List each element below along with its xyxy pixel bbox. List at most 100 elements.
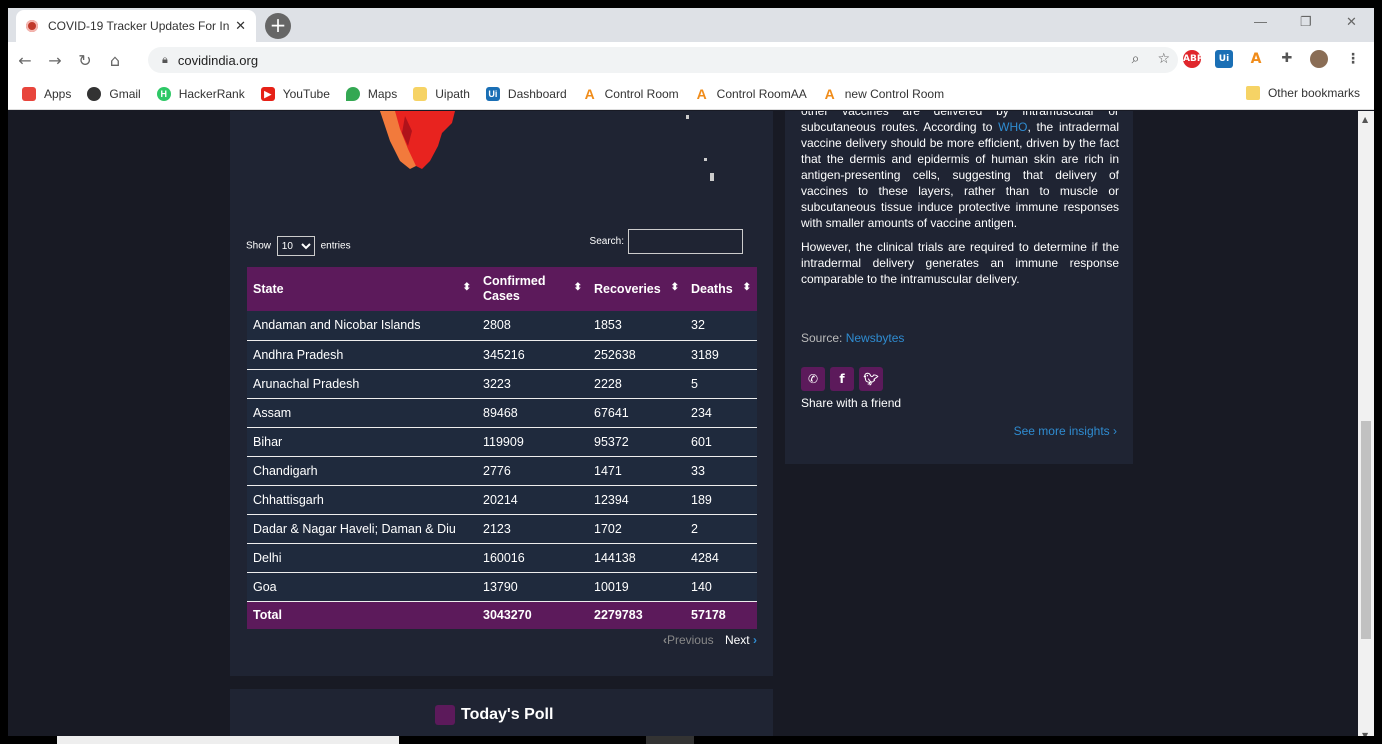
scroll-up-icon[interactable]: ▲ (1362, 115, 1368, 124)
confirmed-cell: 160016 (477, 543, 588, 573)
bookmark-star-icon[interactable]: ☆ (1157, 51, 1170, 67)
bookmark-label: new Control Room (844, 86, 945, 101)
bookmark-hackerrank[interactable]: H HackerRank (156, 86, 245, 101)
scroll-thumb[interactable] (1361, 421, 1371, 639)
restore-icon[interactable]: ❐ (1300, 14, 1312, 30)
taskbar-item[interactable] (646, 736, 694, 744)
poll-icon (435, 705, 455, 725)
youtube-icon: ▶ (260, 86, 275, 101)
deaths-cell: 234 (685, 398, 757, 428)
next-button[interactable]: Next › (725, 633, 757, 647)
source-link[interactable]: Newsbytes (846, 331, 905, 345)
share-buttons: ✆ f 🐦︎ (801, 367, 883, 391)
sort-icon[interactable]: ⬍ (463, 282, 471, 293)
sort-icon[interactable]: ⬍ (574, 282, 582, 293)
bookmark-uipath[interactable]: Uipath (413, 86, 470, 101)
header-state[interactable]: State ⬍ (247, 267, 477, 311)
twitter-icon[interactable]: 🐦︎ (859, 367, 883, 391)
menu-dots-icon[interactable]: ⋮ (1344, 50, 1362, 68)
deaths-cell: 4284 (685, 543, 757, 573)
page-scrollbar[interactable]: ▲ ▼ (1358, 111, 1374, 744)
poll-title: Today's Poll (461, 706, 554, 723)
see-more-link[interactable]: See more insights › (1014, 424, 1117, 438)
table-row: Andhra Pradesh 345216 252638 3189 (247, 340, 757, 370)
table-row: Goa 13790 10019 140 (247, 572, 757, 602)
table-row: Chandigarh 2776 1471 33 (247, 456, 757, 486)
bookmark-gmail[interactable]: Gmail (87, 86, 141, 101)
table-row: Chhattisgarh 20214 12394 189 (247, 485, 757, 515)
zoom-icon[interactable]: ⌕ (1132, 51, 1140, 67)
extensions-puzzle-icon[interactable]: ✚ (1278, 50, 1296, 68)
minimize-icon[interactable]: — (1254, 14, 1267, 29)
header-confirmed[interactable]: Confirmed Cases ⬍ (477, 267, 588, 311)
deaths-cell: 33 (685, 456, 757, 486)
bookmark-label: Control Room (604, 86, 679, 101)
back-icon[interactable]: ← (12, 51, 38, 70)
deaths-cell: 32 (685, 311, 757, 341)
bookmark-apps[interactable]: Apps (22, 86, 71, 101)
bookmark-control-room[interactable]: A Control Room (583, 87, 679, 101)
recoveries-cell: 10019 (588, 572, 685, 602)
datatable-controls: Show 10 entries Search: (246, 229, 743, 256)
automation-anywhere-extension-icon[interactable]: A (1247, 50, 1265, 68)
automation-anywhere-icon: A (584, 85, 595, 102)
confirmed-cell: 13790 (477, 572, 588, 602)
uipath-extension-icon[interactable]: Ui (1215, 50, 1233, 68)
recoveries-cell: 2228 (588, 369, 685, 399)
reload-icon[interactable]: ↻ (72, 51, 98, 70)
home-icon[interactable]: ⌂ (102, 51, 128, 70)
taskbar-item[interactable] (57, 736, 399, 744)
india-map (380, 111, 714, 181)
table-row: Bihar 119909 95372 601 (247, 427, 757, 457)
new-tab-button[interactable]: + (265, 13, 291, 39)
bookmark-youtube[interactable]: ▶ YouTube (260, 86, 330, 101)
header-recoveries[interactable]: Recoveries ⬍ (588, 267, 685, 311)
deaths-cell: 140 (685, 572, 757, 602)
other-bookmarks[interactable]: Other bookmarks (1245, 86, 1360, 100)
confirmed-cell: 119909 (477, 427, 588, 457)
confirmed-cell: 2776 (477, 456, 588, 486)
sort-icon[interactable]: ⬍ (671, 282, 679, 293)
bookmark-label: Gmail (109, 86, 141, 101)
sort-icon[interactable]: ⬍ (743, 282, 751, 293)
bookmark-dashboard[interactable]: Ui Dashboard (485, 86, 567, 101)
share-text: Share with a friend (801, 396, 902, 410)
previous-button[interactable]: ‹Previous (663, 633, 714, 647)
state-cell: Delhi (247, 543, 477, 573)
tab-title: COVID-19 Tracker Updates For In (48, 19, 230, 33)
header-deaths[interactable]: Deaths ⬍ (685, 267, 757, 311)
facebook-icon[interactable]: f (830, 367, 854, 391)
state-cell: Andhra Pradesh (247, 340, 477, 370)
article-body: other vaccines are delivered by intramus… (801, 111, 1119, 295)
profile-avatar[interactable] (1310, 50, 1328, 68)
bookmark-new-control-room[interactable]: Anew Control Room (823, 87, 944, 101)
browser-tab[interactable]: COVID-19 Tracker Updates For In ✕ (16, 10, 256, 42)
tab-strip: COVID-19 Tracker Updates For In ✕ + — ❐ … (8, 8, 1374, 42)
automation-anywhere-icon: A (696, 85, 707, 102)
address-bar[interactable]: 🔒︎ covidindia.org ⌕ ☆ (148, 47, 1178, 73)
total-deaths: 57178 (685, 601, 757, 629)
who-link[interactable]: WHO (998, 120, 1027, 134)
forward-icon[interactable]: → (42, 51, 68, 70)
entries-select[interactable]: 10 (276, 236, 315, 256)
uipath-icon: Ui (485, 86, 500, 101)
bookmark-control-roomaa[interactable]: A Control RoomAA (695, 87, 807, 101)
state-cell: Chandigarh (247, 456, 477, 486)
whatsapp-icon[interactable]: ✆ (801, 367, 825, 391)
bookmarks-bar: Apps Gmail H HackerRank ▶ YouTube Maps Uip… (8, 78, 1374, 110)
folder-icon (1245, 86, 1260, 100)
state-cell: Assam (247, 398, 477, 428)
deaths-cell: 2 (685, 514, 757, 544)
search-input[interactable] (628, 229, 743, 254)
close-window-icon[interactable]: ✕ (1346, 14, 1357, 30)
table-total-row: Total 3043270 2279783 57178 (247, 601, 757, 629)
table-row: Dadar & Nagar Haveli; Daman & Diu 2123 170… (247, 514, 757, 544)
table-header-row: State ⬍ Confirmed Cases ⬍ Recoveries ⬍ Deat… (247, 267, 757, 311)
bookmark-maps[interactable]: Maps (345, 86, 397, 101)
tab-close-icon[interactable]: ✕ (235, 19, 246, 34)
adblock-icon[interactable]: ABP (1183, 50, 1203, 68)
bookmark-label: Uipath (435, 86, 470, 101)
confirmed-cell: 2123 (477, 514, 588, 544)
folder-icon (413, 86, 428, 101)
confirmed-cell: 2808 (477, 311, 588, 341)
